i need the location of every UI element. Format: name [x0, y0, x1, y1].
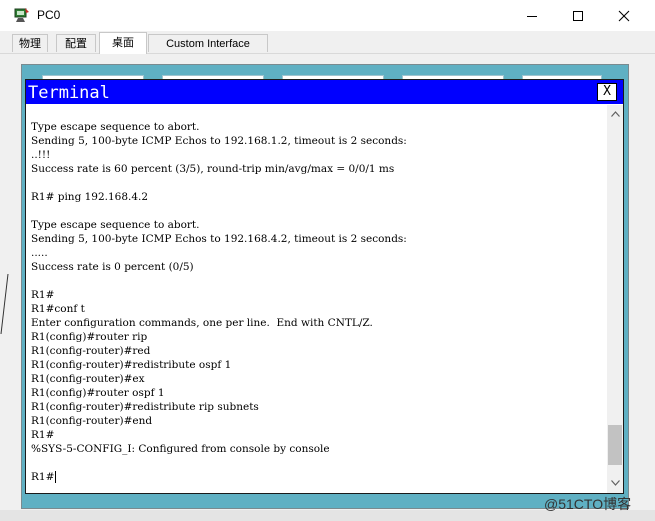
terminal-line: R1(config-router)#redistribute rip subne…: [31, 401, 259, 413]
terminal-line: R1#: [31, 471, 55, 483]
terminal-line: Enter configuration commands, one per li…: [31, 317, 373, 329]
terminal-line: R1(config)#router rip: [31, 331, 148, 343]
terminal-line: Sending 5, 100-byte ICMP Echos to 192.16…: [31, 233, 407, 245]
terminal-line: Success rate is 0 percent (0/5): [31, 261, 194, 273]
terminal-line: Success rate is 60 percent (3/5), round-…: [31, 163, 395, 175]
terminal-line: R1(config-router)#red: [31, 345, 151, 357]
terminal-line: ..!!!: [31, 149, 51, 161]
terminal-line: R1# ping 192.168.4.2: [31, 191, 149, 203]
terminal-line: R1#: [31, 289, 55, 301]
terminal-output[interactable]: Type escape sequence to abort. Sending 5,…: [31, 120, 603, 483]
terminal-line: R1(config-router)#end: [31, 415, 153, 427]
terminal-line: %SYS-5-CONFIG_I: Configured from console…: [31, 443, 330, 455]
terminal-title: Terminal: [28, 83, 110, 103]
close-button[interactable]: [601, 0, 647, 31]
scrollbar-thumb[interactable]: [608, 425, 622, 465]
terminal-window: Terminal X Type escape sequence to abort…: [25, 79, 624, 494]
terminal-titlebar: Terminal X: [26, 80, 623, 104]
terminal-scrollbar[interactable]: [607, 105, 623, 493]
terminal-line: Type escape sequence to abort.: [31, 219, 200, 231]
terminal-line: R1(config)#router ospf 1: [31, 387, 165, 399]
chevron-down-icon: [610, 480, 620, 486]
tab-custom-interface[interactable]: Custom Interface: [148, 34, 268, 52]
maximize-button[interactable]: [555, 0, 601, 31]
terminal-line: R1#conf t: [31, 303, 85, 315]
terminal-line: Sending 5, 100-byte ICMP Echos to 192.16…: [31, 135, 407, 147]
maximize-icon: [573, 10, 583, 21]
terminal-line: R1#: [31, 429, 55, 441]
minimize-button[interactable]: [509, 0, 555, 31]
scroll-down-button[interactable]: [607, 475, 623, 491]
chevron-up-icon: [610, 111, 620, 117]
minimize-icon: [527, 15, 537, 17]
window-title: PC0: [37, 8, 61, 22]
tab-bar: 物理 配置 桌面 Custom Interface: [0, 31, 655, 54]
window-titlebar: PC0: [0, 0, 655, 31]
terminal-line: R1(config-router)#ex: [31, 373, 145, 385]
cable-line-icon: [0, 274, 9, 334]
workspace-edge: [0, 64, 10, 509]
pc-app-icon: [14, 8, 29, 22]
terminal-line: R1(config-router)#redistribute ospf 1: [31, 359, 232, 371]
tab-config[interactable]: 配置: [56, 34, 96, 52]
tab-physical[interactable]: 物理: [12, 34, 48, 52]
watermark: @51CTO博客: [544, 496, 632, 512]
text-cursor: [55, 471, 56, 483]
terminal-line: .....: [31, 247, 48, 259]
scroll-up-button[interactable]: [607, 106, 623, 122]
terminal-close-button[interactable]: X: [597, 83, 617, 101]
close-icon: [618, 10, 630, 21]
tab-desktop[interactable]: 桌面: [99, 32, 147, 54]
terminal-line: Type escape sequence to abort.: [31, 121, 200, 133]
